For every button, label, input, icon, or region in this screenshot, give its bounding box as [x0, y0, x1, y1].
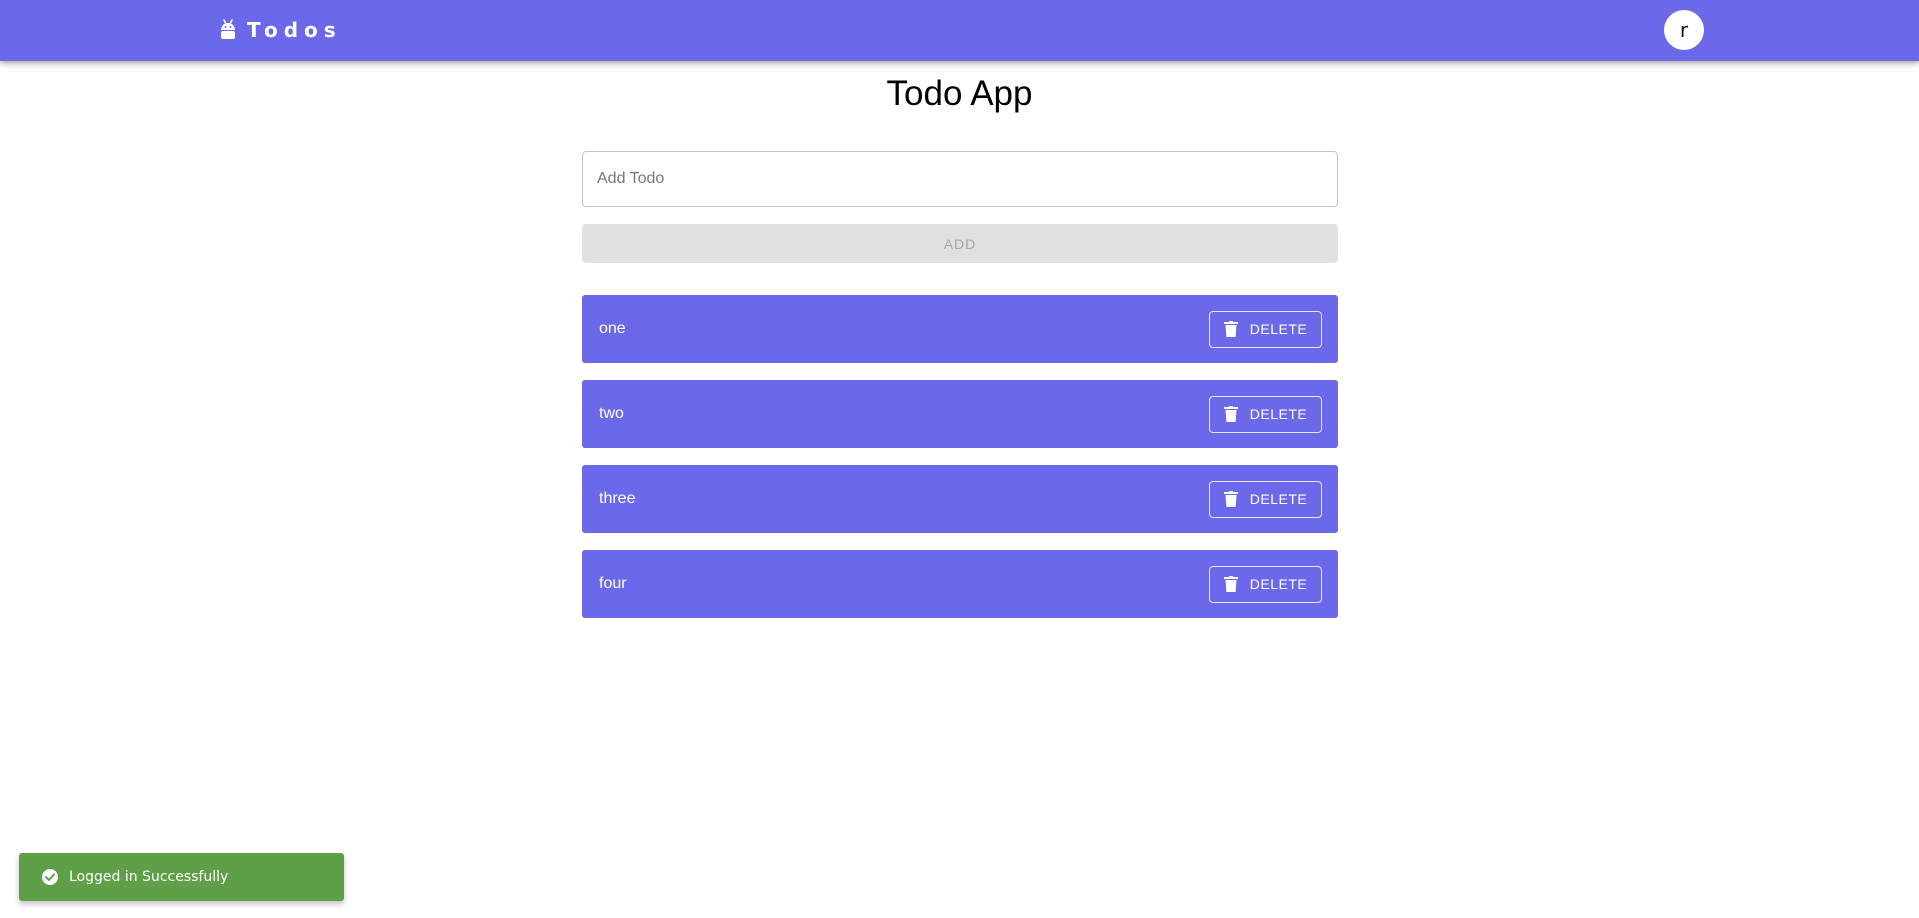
delete-button[interactable]: DELETE: [1209, 565, 1322, 603]
trash-icon: [1223, 576, 1238, 592]
trash-icon: [1223, 491, 1238, 507]
toast-message: Logged in Successfully: [69, 869, 229, 885]
app-bar: Todos r: [0, 0, 1919, 61]
add-todo-input[interactable]: [582, 151, 1338, 207]
delete-button[interactable]: DELETE: [1209, 395, 1322, 433]
delete-label: DELETE: [1249, 321, 1308, 337]
delete-label: DELETE: [1249, 491, 1308, 507]
add-button[interactable]: ADD: [582, 224, 1338, 263]
delete-button[interactable]: DELETE: [1209, 480, 1322, 518]
success-toast[interactable]: Logged in Successfully: [19, 853, 344, 901]
delete-button[interactable]: DELETE: [1209, 310, 1322, 348]
delete-label: DELETE: [1249, 406, 1308, 422]
delete-label: DELETE: [1249, 576, 1308, 592]
todo-item: two DELETE: [582, 380, 1338, 448]
todo-item: three DELETE: [582, 465, 1338, 533]
trash-icon: [1223, 321, 1238, 337]
android-icon: [219, 18, 237, 42]
brand[interactable]: Todos: [219, 0, 342, 59]
todo-text: four: [599, 575, 627, 592]
todo-item: one DELETE: [582, 295, 1338, 363]
brand-title: Todos: [247, 17, 342, 42]
todo-item: four DELETE: [582, 550, 1338, 618]
page-title: Todo App: [886, 74, 1033, 113]
todo-text: three: [599, 490, 636, 507]
todo-text: two: [599, 405, 624, 422]
avatar[interactable]: r: [1664, 10, 1704, 50]
trash-icon: [1223, 406, 1238, 422]
todo-text: one: [599, 320, 626, 337]
todo-list: one DELETE two DELETE three DELETE four: [582, 295, 1338, 635]
check-circle-icon: [41, 868, 59, 886]
